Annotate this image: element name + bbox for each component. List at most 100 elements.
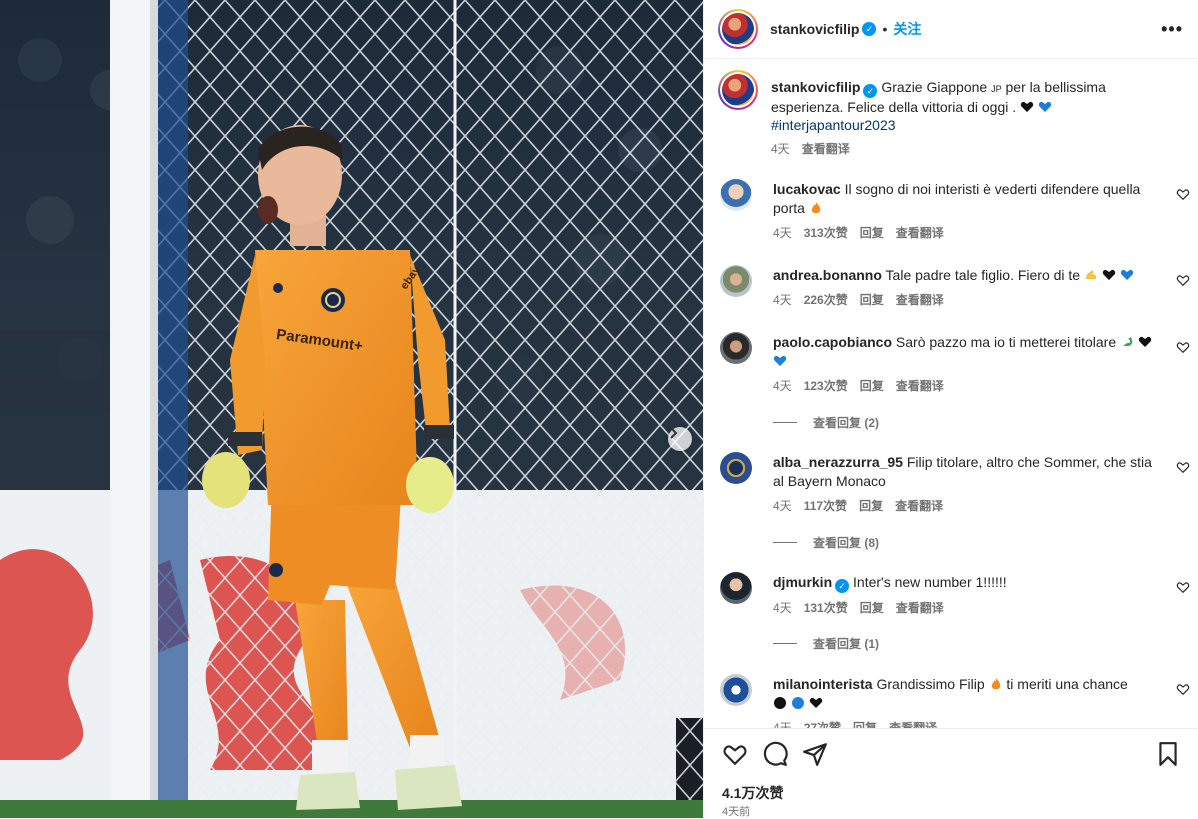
post-header: stankovicfilip ✓ • 关注 ••• [704, 0, 1198, 59]
blue-heart-icon [1120, 269, 1133, 280]
comment-item: lucakovac Il sogno di noi interisti è ve… [720, 179, 1190, 240]
comment-text: Inter's new number 1!!!!!! [853, 574, 1007, 590]
comment-meta: 4天 123次赞 回复 查看翻译 [773, 377, 1158, 396]
comment-text: Grandissimo Filip [876, 676, 985, 692]
commenter-avatar[interactable] [720, 572, 752, 604]
comment-icon[interactable] [762, 741, 788, 767]
comment-item: djmurkin ✓ Inter's new number 1!!!!!! 4天 … [720, 572, 1190, 664]
view-replies-button[interactable]: 查看回复 (2) [773, 414, 879, 431]
author-avatar[interactable] [718, 9, 758, 49]
like-comment-heart-icon[interactable] [1176, 460, 1190, 474]
caption-translate-link[interactable]: 查看翻译 [802, 140, 850, 158]
commenter-avatar[interactable] [720, 332, 752, 364]
comment-time[interactable]: 4天 [773, 719, 792, 728]
comment-meta: 4天 226次赞 回复 查看翻译 [773, 291, 1158, 310]
comment-likes[interactable]: 131次赞 [804, 599, 848, 618]
comment-reply-button[interactable]: 回复 [860, 224, 884, 243]
comment-username[interactable]: milanointerista [773, 676, 873, 692]
comment-time[interactable]: 4天 [773, 497, 792, 516]
caption-time[interactable]: 4天 [771, 140, 790, 158]
comment-item: alba_nerazzurra_95 Filip titolare, altro… [720, 452, 1190, 550]
black-heart-icon [1102, 269, 1116, 280]
commenter-avatar[interactable] [720, 265, 752, 297]
follow-button[interactable]: 关注 [893, 19, 921, 39]
caption-avatar[interactable] [718, 70, 758, 110]
like-comment-heart-icon[interactable] [1176, 340, 1190, 354]
comment-reply-button[interactable]: 回复 [860, 291, 884, 310]
blue-heart-icon [773, 355, 787, 366]
view-replies-label: 查看回复 (2) [813, 416, 880, 430]
like-comment-heart-icon[interactable] [1176, 273, 1190, 287]
view-replies-button[interactable]: 查看回复 (1) [773, 635, 879, 652]
comment-item: milanointerista Grandissimo Filip ti mer… [720, 674, 1190, 728]
comment-text: Sarò pazzo ma io ti metterei titolare [895, 334, 1117, 350]
black-heart-icon [1020, 101, 1034, 112]
comment-username[interactable]: djmurkin [773, 574, 832, 590]
like-comment-heart-icon[interactable] [1176, 580, 1190, 594]
commenter-avatar[interactable] [720, 179, 752, 211]
comment-translate-link[interactable]: 查看翻译 [889, 719, 937, 728]
comment-username[interactable]: alba_nerazzurra_95 [773, 454, 903, 470]
comment-meta: 4天 117次赞 回复 查看翻译 [773, 497, 1158, 516]
flag-jp: JP [991, 84, 1002, 94]
blue-circle-icon [791, 697, 804, 709]
post-photo[interactable]: Paramount+ ebay [0, 0, 703, 818]
comments-list[interactable]: stankovicfilip ✓ Grazie Giappone JP per l… [704, 60, 1198, 728]
comment-translate-link[interactable]: 查看翻译 [896, 224, 944, 243]
view-replies-button[interactable]: 查看回复 (8) [773, 534, 879, 551]
comment-reply-button[interactable]: 回复 [853, 719, 877, 728]
comment-text-2: ti meriti una chance [1006, 676, 1128, 692]
next-photo-button[interactable] [668, 427, 692, 451]
chevron-right-icon [670, 427, 678, 439]
comment-likes[interactable]: 313次赞 [804, 224, 848, 243]
comment-username[interactable]: lucakovac [773, 181, 841, 197]
caption-line-1: Grazie Giappone [881, 79, 988, 95]
comment-likes[interactable]: 123次赞 [804, 377, 848, 396]
verified-icon: ✓ [835, 579, 850, 593]
comment-username[interactable]: paolo.capobianco [773, 334, 892, 350]
comment-translate-link[interactable]: 查看翻译 [896, 291, 944, 310]
comment-likes[interactable]: 226次赞 [804, 291, 848, 310]
comment-translate-link[interactable]: 查看翻译 [896, 599, 944, 618]
snake-icon [1122, 337, 1133, 346]
comment-meta: 4天 131次赞 回复 查看翻译 [773, 599, 1158, 618]
comment-time[interactable]: 4天 [773, 599, 792, 618]
caption-hashtag[interactable]: #interjapantour2023 [771, 117, 896, 133]
verified-icon: ✓ [863, 84, 878, 98]
likes-count[interactable]: 4.1万次赞 [722, 783, 783, 803]
share-icon[interactable] [802, 741, 828, 767]
post-actions: 4.1万次赞 4天前 [704, 728, 1198, 818]
like-comment-heart-icon[interactable] [1176, 187, 1190, 201]
caption-username[interactable]: stankovicfilip [771, 79, 860, 95]
comment-time[interactable]: 4天 [773, 224, 792, 243]
blue-heart-icon [1038, 101, 1052, 112]
comment-reply-button[interactable]: 回复 [860, 599, 884, 618]
comment-translate-link[interactable]: 查看翻译 [895, 497, 943, 516]
comment-reply-button[interactable]: 回复 [859, 497, 883, 516]
comment-meta: 4天 313次赞 回复 查看翻译 [773, 224, 1158, 243]
post-caption: stankovicfilip ✓ Grazie Giappone JP per l… [718, 70, 1188, 170]
fire-icon [991, 678, 1000, 690]
comment-reply-button[interactable]: 回复 [860, 377, 884, 396]
author-username[interactable]: stankovicfilip [770, 21, 859, 37]
goalkeeper-photo [0, 0, 703, 818]
comment-item: paolo.capobianco Sarò pazzo ma io ti met… [720, 332, 1190, 430]
comment-likes[interactable]: 117次赞 [804, 497, 847, 516]
comment-time[interactable]: 4天 [773, 291, 792, 310]
bookmark-icon[interactable] [1155, 741, 1181, 767]
more-icon[interactable]: ••• [1161, 19, 1183, 40]
black-heart-icon [809, 697, 822, 708]
comment-likes[interactable]: 27次赞 [804, 719, 841, 728]
comment-time[interactable]: 4天 [773, 377, 792, 396]
comment-translate-link[interactable]: 查看翻译 [896, 377, 944, 396]
post-timestamp[interactable]: 4天前 [722, 803, 750, 819]
comment-meta: 4天 27次赞 回复 查看翻译 [773, 719, 1158, 728]
commenter-avatar[interactable] [720, 674, 752, 706]
comment-username[interactable]: andrea.bonanno [773, 267, 882, 283]
fire-icon [811, 202, 821, 214]
black-heart-icon [1138, 336, 1152, 347]
like-comment-heart-icon[interactable] [1176, 682, 1190, 696]
heart-icon[interactable] [722, 741, 748, 767]
view-replies-label: 查看回复 (8) [813, 536, 880, 550]
commenter-avatar[interactable] [720, 452, 752, 484]
